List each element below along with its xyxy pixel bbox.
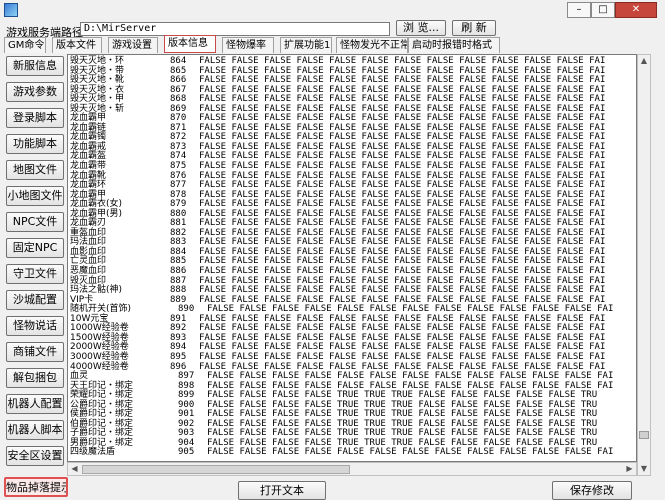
horizontal-scroll-thumb[interactable] (82, 465, 350, 474)
server-path-input[interactable]: D:\MirServer (80, 22, 390, 36)
horizontal-scrollbar[interactable]: ◀ ▶ (67, 462, 637, 476)
open-text-button[interactable]: 打开文本 (238, 481, 326, 500)
vertical-scrollbar[interactable]: ▲ ▼ (637, 54, 651, 476)
sidebar-robot-script[interactable]: 机器人脚本 (6, 420, 64, 440)
item-name: 四级魔法盾 (70, 447, 116, 458)
sidebar-guard-file[interactable]: 守卫文件 (6, 264, 64, 284)
scroll-down-icon[interactable]: ▼ (638, 463, 650, 475)
scroll-left-icon[interactable]: ◀ (68, 463, 81, 475)
minimize-button[interactable]: – (567, 2, 591, 18)
sidebar-robot-config[interactable]: 机器人配置 (6, 394, 64, 414)
tab-monster-glow[interactable]: 怪物发光不正常 (336, 37, 408, 53)
tab-version-info[interactable]: 版本信息 (164, 35, 216, 53)
item-id: 905 (178, 447, 195, 458)
sidebar-item-drop-notice[interactable]: 物品掉落提示 (4, 477, 68, 497)
text-lines: 毁天灭地・环 864 FALSE FALSE FALSE FALSE FALSE F… (70, 56, 635, 458)
browse-button[interactable]: 浏 览... (396, 20, 446, 36)
tab-gm-command[interactable]: GM命令 (4, 37, 46, 53)
sidebar-castle-config[interactable]: 沙城配置 (6, 290, 64, 310)
close-button[interactable]: ✕ (615, 2, 657, 18)
sidebar-map-file[interactable]: 地图文件 (6, 160, 64, 180)
sidebar-npc-file[interactable]: NPC文件 (6, 212, 64, 232)
tab-game-settings[interactable]: 游戏设置 (108, 37, 158, 53)
sidebar-unpack-pack[interactable]: 解包捆包 (6, 368, 64, 388)
tab-version-files[interactable]: 版本文件 (52, 37, 102, 53)
vertical-scroll-thumb[interactable] (639, 431, 649, 439)
sidebar-function-script[interactable]: 功能脚本 (6, 134, 64, 154)
sidebar-login-script[interactable]: 登录脚本 (6, 108, 64, 128)
text-line: 四级魔法盾 905 FALSE FALSE FALSE FALSE FALSE FA… (70, 448, 635, 458)
sidebar-safe-zone-settings[interactable]: 安全区设置 (6, 446, 64, 466)
version-info-textarea[interactable]: 毁天灭地・环 864 FALSE FALSE FALSE FALSE FALSE F… (67, 54, 637, 462)
sidebar-shop-file[interactable]: 商铺文件 (6, 342, 64, 362)
item-flags: FALSE FALSE FALSE FALSE FALSE FALSE FALS… (207, 447, 614, 458)
save-changes-button[interactable]: 保存修改 (552, 481, 632, 500)
scroll-up-icon[interactable]: ▲ (638, 55, 650, 67)
scroll-right-icon[interactable]: ▶ (623, 463, 636, 475)
app-icon (4, 3, 18, 17)
sidebar-game-params[interactable]: 游戏参数 (6, 82, 64, 102)
tab-extension-1[interactable]: 扩展功能1 (280, 37, 332, 53)
refresh-button[interactable]: 刷 新 (452, 20, 496, 36)
tab-bar: GM命令 版本文件 游戏设置 版本信息 怪物爆率 扩展功能1 怪物发光不正常 启… (4, 35, 664, 53)
sidebar-minimap-file[interactable]: 小地图文件 (6, 186, 64, 206)
sidebar-new-server-info[interactable]: 新服信息 (6, 56, 64, 76)
tab-monster-drop-rate[interactable]: 怪物爆率 (222, 37, 274, 53)
sidebar-monster-talk[interactable]: 怪物说话 (6, 316, 64, 336)
tab-startup-error-format[interactable]: 启动时报错时格式 (408, 37, 500, 53)
maximize-button[interactable]: □ (591, 2, 615, 18)
sidebar-fixed-npc[interactable]: 固定NPC (6, 238, 64, 258)
